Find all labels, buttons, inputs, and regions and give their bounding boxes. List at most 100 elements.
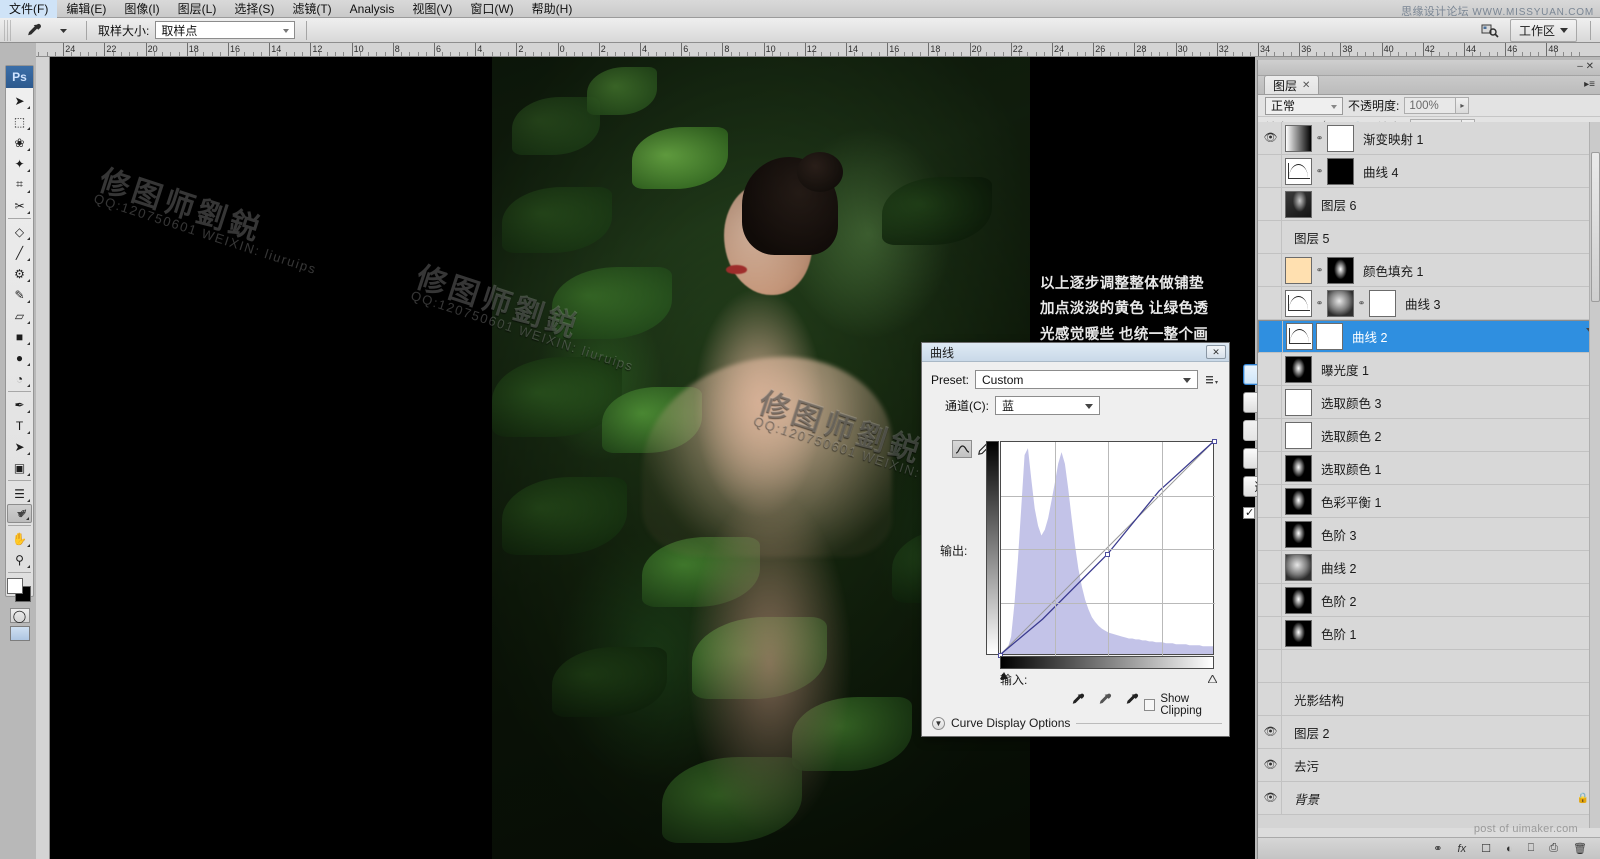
layer-name[interactable]: 色彩平衡 1 <box>1312 492 1381 511</box>
zoom-tool[interactable]: ⚲ <box>7 549 32 570</box>
adjustment-layer-icon[interactable]: ◐ <box>1506 843 1513 855</box>
curve-line[interactable] <box>1001 442 1213 654</box>
set-white-point-icon[interactable] <box>1124 692 1139 710</box>
quick-mask-toggle[interactable]: ◯ <box>10 608 30 623</box>
move-tool[interactable]: ➤ <box>7 90 32 111</box>
menu-item-image[interactable]: 图像(I) <box>115 0 168 18</box>
layer-name[interactable]: 图层 5 <box>1285 228 1329 247</box>
layer-row[interactable]: 曲线 2 <box>1258 551 1600 584</box>
set-gray-point-icon[interactable] <box>1097 692 1112 710</box>
clone-stamp-tool[interactable]: ⚙ <box>7 263 32 284</box>
eye-visible-icon[interactable]: 👁 <box>1260 122 1282 154</box>
opacity-value[interactable]: 100% <box>1404 97 1456 114</box>
layer-row[interactable] <box>1258 650 1600 683</box>
workspace-icon[interactable] <box>1478 20 1502 41</box>
link-mask-icon[interactable]: ⚭ <box>1315 261 1324 279</box>
link-mask-icon[interactable]: ⚭ <box>1315 162 1324 180</box>
eye-hidden-icon[interactable] <box>1260 650 1282 682</box>
tool-preset-caret[interactable] <box>51 20 75 41</box>
layer-name[interactable]: 选取颜色 3 <box>1312 393 1381 412</box>
slice-tool[interactable]: ✂ <box>7 195 32 216</box>
close-icon[interactable]: ✕ <box>1302 80 1310 91</box>
workspace-button[interactable]: 工作区 <box>1510 19 1577 42</box>
panel-menu-icon[interactable]: ▸≡ <box>1584 79 1595 90</box>
quick-mask-icon[interactable]: ◯ <box>10 608 30 623</box>
link-mask-icon[interactable]: ⚭ <box>1315 294 1324 312</box>
layer-row[interactable]: 图层 5 <box>1258 221 1600 254</box>
hand-tool[interactable]: ✋ <box>7 528 32 549</box>
eye-hidden-icon[interactable] <box>1260 584 1282 616</box>
layer-thumbnail[interactable] <box>1285 389 1312 416</box>
eye-hidden-icon[interactable] <box>1260 254 1282 286</box>
preset-menu-icon[interactable] <box>1204 372 1220 388</box>
layer-thumbnail[interactable] <box>1285 158 1312 185</box>
show-clipping-checkbox[interactable]: Show Clipping <box>1144 693 1229 717</box>
color-swatches[interactable] <box>7 578 33 604</box>
dodge-tool[interactable]: ◔ <box>7 368 32 389</box>
eye-visible-icon[interactable]: 👁 <box>1260 782 1282 814</box>
layer-name[interactable]: 背景 <box>1285 789 1319 808</box>
link-mask-icon[interactable]: ⚭ <box>1315 129 1324 147</box>
menu-item-window[interactable]: 窗口(W) <box>461 0 522 18</box>
eye-hidden-icon[interactable] <box>1261 321 1283 352</box>
layer-row[interactable]: 选取颜色 1 <box>1258 452 1600 485</box>
screen-mode-icon[interactable] <box>10 626 30 641</box>
layer-row[interactable]: ⚭ 曲线 4 <box>1258 155 1600 188</box>
eye-hidden-icon[interactable] <box>1260 419 1282 451</box>
brush-tool[interactable]: ╱ <box>7 242 32 263</box>
layers-scrollbar[interactable] <box>1589 122 1600 828</box>
eye-hidden-icon[interactable] <box>1260 551 1282 583</box>
layer-thumbnail[interactable] <box>1316 323 1343 350</box>
eye-hidden-icon[interactable] <box>1260 353 1282 385</box>
layer-thumbnail[interactable] <box>1369 290 1396 317</box>
eye-hidden-icon[interactable] <box>1260 386 1282 418</box>
pen-tool[interactable]: ✒ <box>7 394 32 415</box>
notes-tool[interactable]: ☰ <box>7 483 32 504</box>
preset-select[interactable]: Custom <box>975 370 1198 389</box>
blend-mode-select[interactable]: 正常 <box>1265 97 1343 115</box>
layer-thumbnail[interactable] <box>1285 257 1312 284</box>
layer-name[interactable]: 渐变映射 1 <box>1354 129 1423 148</box>
layer-name[interactable]: 去污 <box>1285 756 1319 775</box>
delete-layer-icon[interactable]: 🗑 <box>1573 842 1587 855</box>
eye-hidden-icon[interactable] <box>1260 518 1282 550</box>
channel-select[interactable]: 蓝 <box>995 396 1100 415</box>
layer-name[interactable]: 曲线 2 <box>1312 558 1356 577</box>
opacity-stepper[interactable]: ▸ <box>1456 97 1469 114</box>
options-bar-grip[interactable] <box>4 20 13 41</box>
eye-hidden-icon[interactable] <box>1260 155 1282 187</box>
layer-name[interactable]: 颜色填充 1 <box>1354 261 1423 280</box>
eye-visible-icon[interactable]: 👁 <box>1260 716 1282 748</box>
layer-thumbnail[interactable] <box>1285 587 1312 614</box>
curves-dialog[interactable]: 曲线 ✕ Preset: Custom 通道(C): 蓝 <box>921 342 1230 737</box>
layer-row[interactable]: 选取颜色 3 <box>1258 386 1600 419</box>
crop-tool[interactable]: ⌗ <box>7 174 32 195</box>
layer-thumbnail[interactable] <box>1285 356 1312 383</box>
layer-row[interactable]: ⚭ 颜色填充 1 <box>1258 254 1600 287</box>
foreground-color-swatch[interactable] <box>7 578 23 594</box>
menu-item-view[interactable]: 视图(V) <box>403 0 461 18</box>
layer-row[interactable]: ⚭⚭曲线 3 <box>1258 287 1600 320</box>
menu-item-layer[interactable]: 图层(L) <box>169 0 226 18</box>
layer-name[interactable]: 曝光度 1 <box>1312 360 1369 379</box>
link-layers-icon[interactable]: ⚭ <box>1433 842 1442 855</box>
type-tool[interactable]: T <box>7 415 32 436</box>
history-brush-tool[interactable]: ✎ <box>7 284 32 305</box>
layer-row[interactable]: 光影结构 <box>1258 683 1600 716</box>
curve-pencil-icon[interactable] <box>952 440 972 458</box>
close-icon[interactable]: ✕ <box>1206 345 1226 359</box>
eye-hidden-icon[interactable] <box>1260 188 1282 220</box>
layer-name[interactable]: 曲线 4 <box>1354 162 1398 181</box>
layer-thumbnail[interactable] <box>1285 620 1312 647</box>
layer-thumbnail[interactable] <box>1285 422 1312 449</box>
layer-name[interactable]: 色阶 1 <box>1312 624 1356 643</box>
white-point-marker[interactable] <box>1208 672 1217 686</box>
layer-list[interactable]: 👁⚭渐变映射 1⚭曲线 4图层 6图层 5⚭颜色填充 1⚭⚭曲线 3曲线 2曝光… <box>1258 122 1600 828</box>
layer-row[interactable]: 曲线 2 <box>1258 320 1600 353</box>
layer-row[interactable]: 色阶 3 <box>1258 518 1600 551</box>
layer-style-icon[interactable]: fx <box>1458 843 1467 855</box>
layer-name[interactable]: 光影结构 <box>1285 690 1344 709</box>
eye-hidden-icon[interactable] <box>1260 287 1282 319</box>
chevron-down-icon[interactable]: ▼ <box>932 717 945 730</box>
curve-control-point[interactable] <box>1105 552 1110 557</box>
